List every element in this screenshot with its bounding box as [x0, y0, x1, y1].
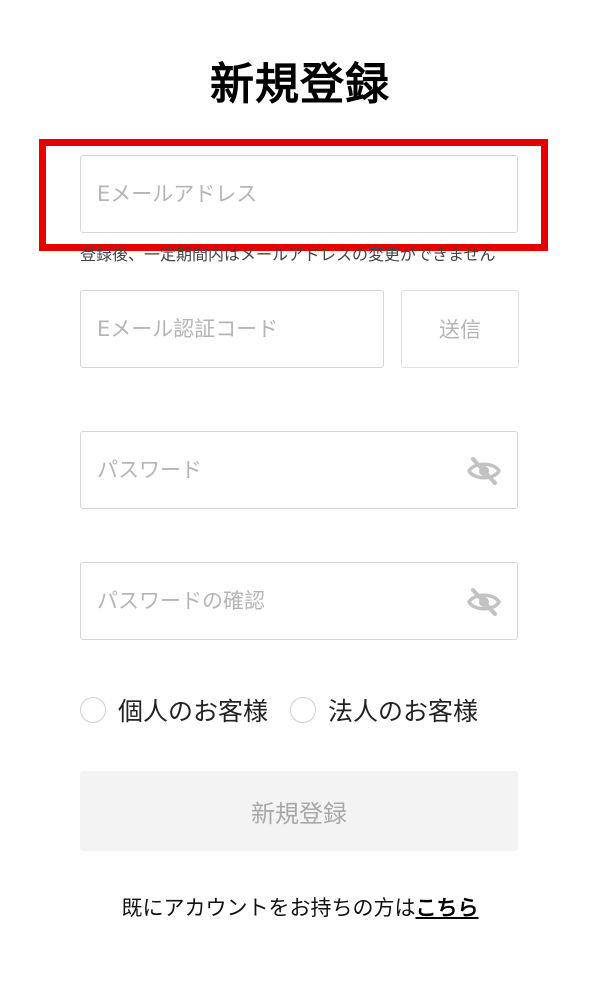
highlight-box: [39, 139, 548, 251]
password-input[interactable]: [81, 432, 517, 508]
eye-off-icon[interactable]: [467, 587, 501, 617]
radio-corporate[interactable]: 法人のお客様: [290, 692, 478, 728]
login-link[interactable]: こちら: [416, 896, 479, 920]
radio-circle[interactable]: [290, 697, 317, 723]
page-title: 新規登録: [210, 59, 390, 110]
radio-individual[interactable]: 個人のお客様: [80, 692, 268, 728]
send-code-button[interactable]: 送信: [401, 290, 519, 368]
register-button[interactable]: 新規登録: [80, 771, 518, 851]
radio-label: 法人のお客様: [328, 697, 479, 726]
radio-label: 個人のお客様: [118, 697, 269, 726]
eye-off-icon[interactable]: [467, 456, 501, 486]
radio-circle[interactable]: [80, 697, 106, 723]
login-prompt-line: 既にアカウントをお持ちの方はこちら: [0, 892, 600, 922]
password-field[interactable]: [80, 431, 518, 509]
login-prompt-text: 既にアカウントをお持ちの方は: [121, 896, 416, 920]
verification-code-input[interactable]: [81, 291, 383, 367]
password-confirm-field[interactable]: [80, 562, 518, 640]
password-confirm-input[interactable]: [81, 563, 517, 639]
verification-code-field[interactable]: [80, 290, 384, 368]
email-hint: 登録後、一定期間内はメールアドレスの変更ができません: [80, 245, 496, 264]
account-type-group: 個人のお客様 法人のお客様: [80, 690, 500, 730]
